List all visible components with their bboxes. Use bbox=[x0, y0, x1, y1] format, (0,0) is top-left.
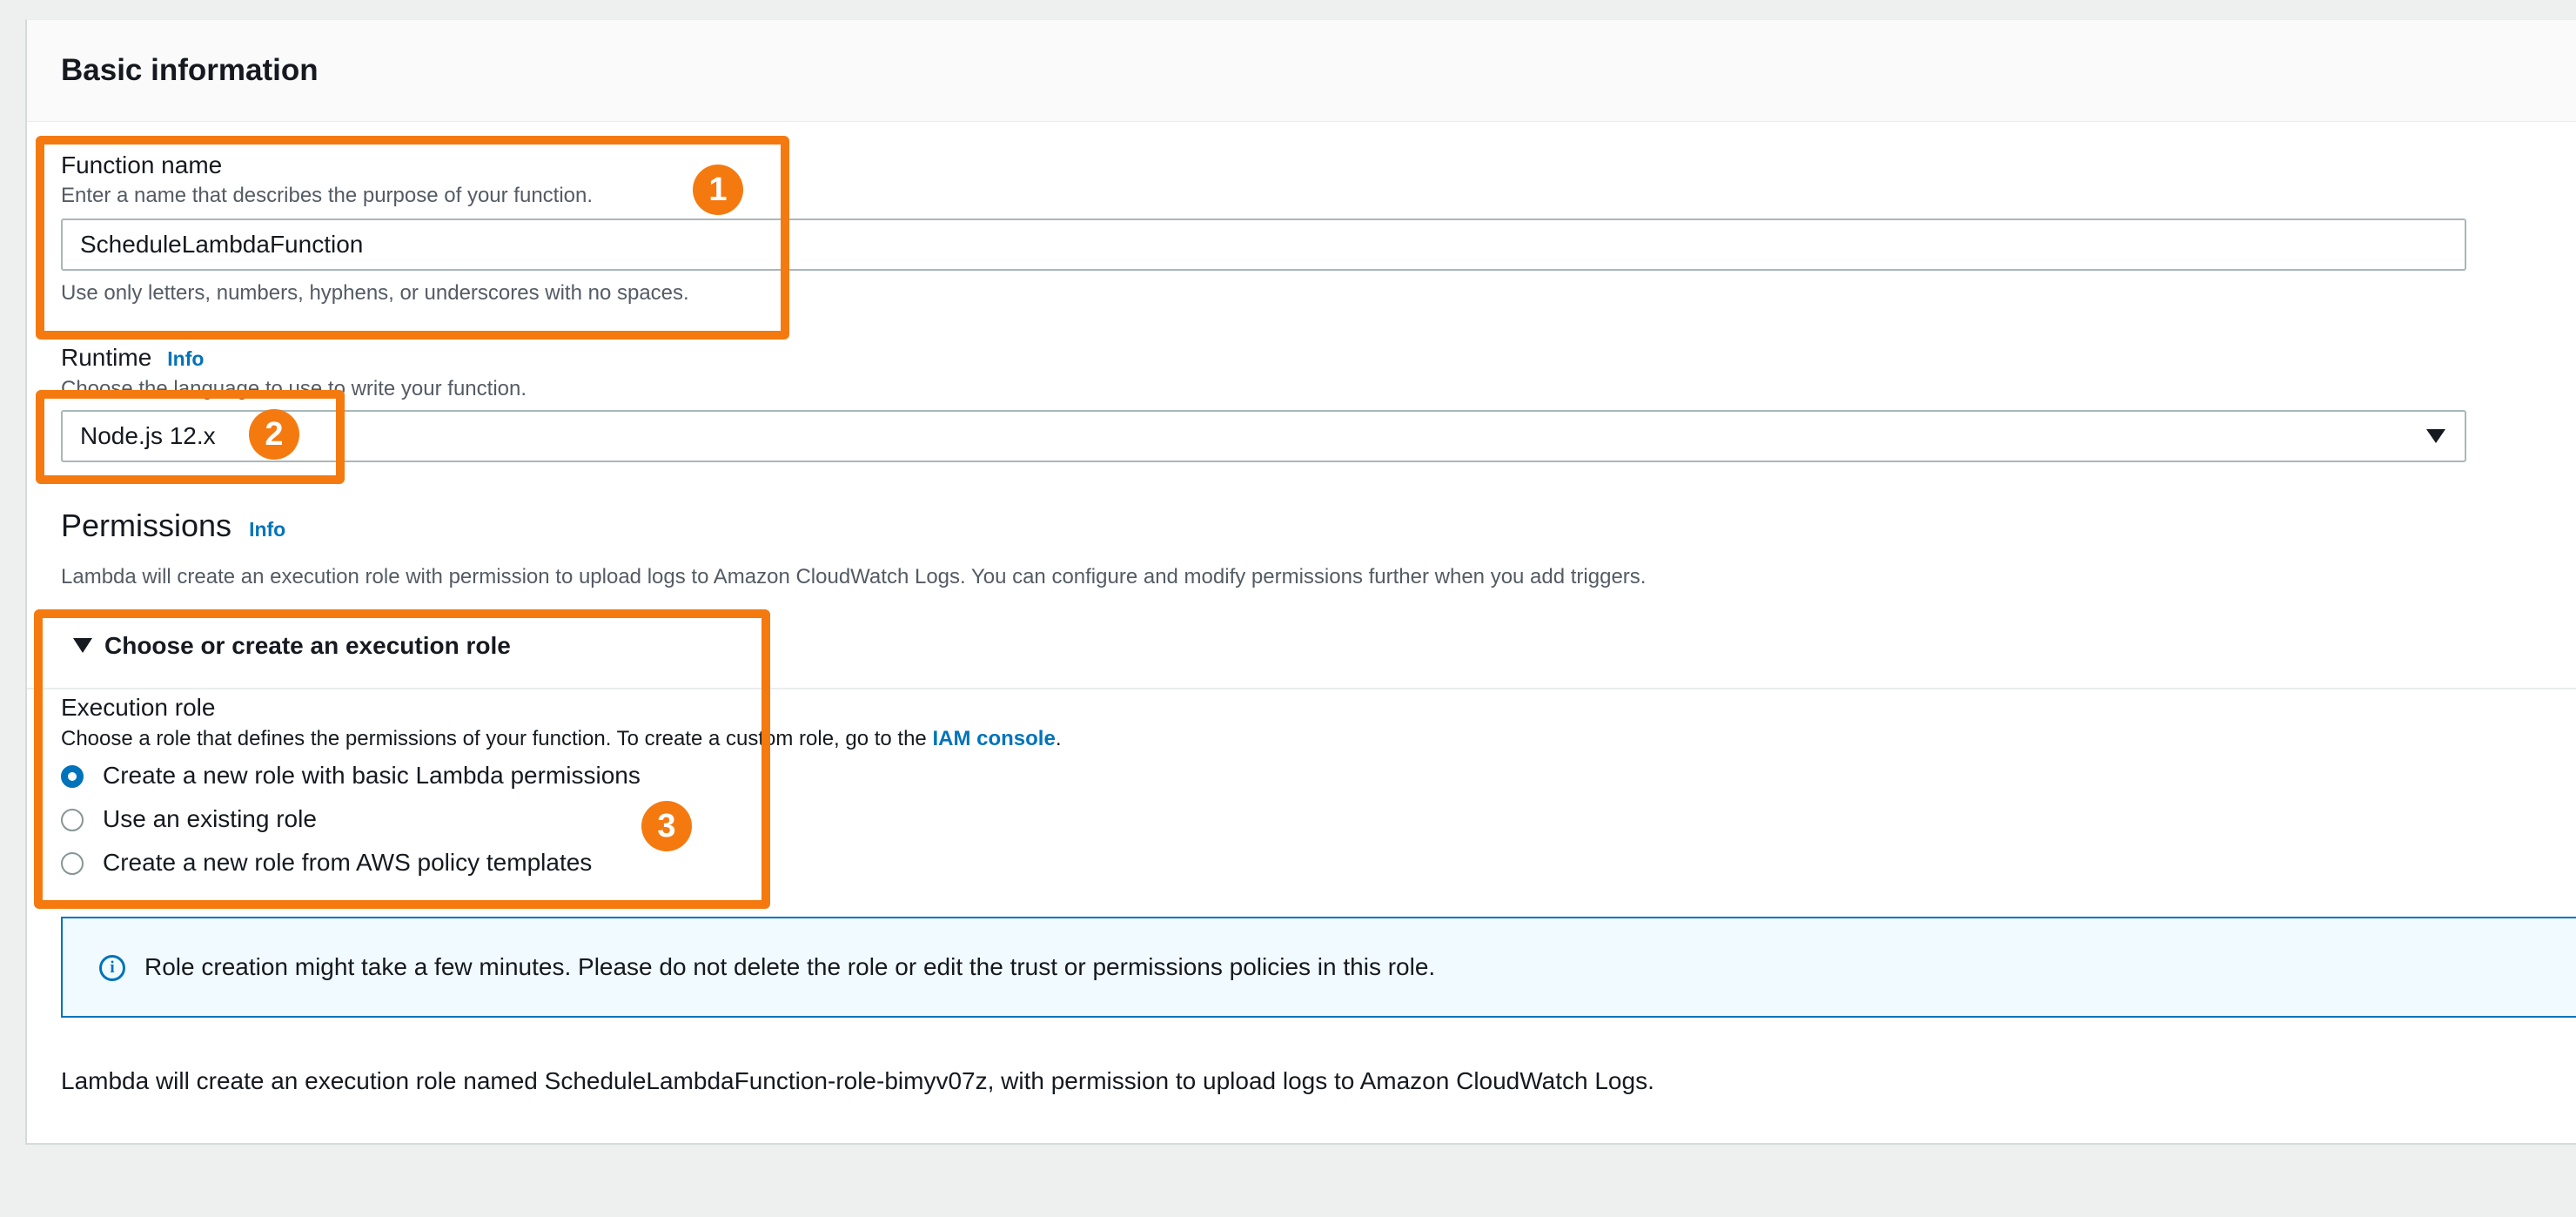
panel-title: Basic information bbox=[61, 53, 319, 87]
permissions-description: Lambda will create an execution role wit… bbox=[61, 565, 1647, 588]
iam-console-link[interactable]: IAM console bbox=[932, 727, 1055, 750]
panel-header: Basic information bbox=[27, 20, 2576, 122]
alert-text: Role creation might take a few minutes. … bbox=[144, 953, 1436, 980]
runtime-description: Choose the language to use to write your… bbox=[61, 377, 527, 400]
step-badge-3: 3 bbox=[641, 801, 692, 851]
radio-button[interactable] bbox=[61, 852, 84, 875]
role-name-note: Lambda will create an execution role nam… bbox=[61, 1067, 1654, 1094]
function-name-label: Function name bbox=[61, 151, 223, 178]
function-name-input[interactable] bbox=[61, 219, 2466, 271]
function-name-description: Enter a name that describes the purpose … bbox=[61, 184, 594, 207]
expander-label: Choose or create an execution role bbox=[104, 632, 511, 659]
execution-role-label: Execution role bbox=[61, 694, 216, 721]
permissions-title-text: Permissions bbox=[61, 508, 232, 543]
execution-role-description-suffix: . bbox=[1055, 727, 1062, 750]
radio-label: Use an existing role bbox=[103, 805, 317, 832]
execution-role-expander[interactable]: Choose or create an execution role bbox=[27, 608, 2576, 689]
caret-down-icon bbox=[2426, 429, 2445, 443]
radio-label: Create a new role from AWS policy templa… bbox=[103, 849, 593, 876]
info-circle-icon: i bbox=[99, 955, 125, 981]
runtime-select[interactable]: Node.js 12.x bbox=[61, 410, 2466, 462]
caret-down-icon bbox=[73, 638, 92, 653]
runtime-label-text: Runtime bbox=[61, 344, 152, 371]
basic-information-panel: Basic information Function name Enter a … bbox=[25, 19, 2576, 1145]
runtime-selected-value: Node.js 12.x bbox=[80, 422, 216, 449]
permissions-info-link[interactable]: Info bbox=[249, 518, 285, 541]
radio-button[interactable] bbox=[61, 809, 84, 831]
step-badge-1: 1 bbox=[693, 165, 743, 215]
runtime-info-link[interactable]: Info bbox=[167, 347, 204, 370]
info-alert: i Role creation might take a few minutes… bbox=[61, 917, 2576, 1018]
runtime-label: Runtime Info bbox=[61, 344, 204, 372]
radio-label: Create a new role with basic Lambda perm… bbox=[103, 762, 641, 789]
execution-role-description: Choose a role that defines the permissio… bbox=[61, 727, 1061, 751]
radio-button-checked[interactable] bbox=[61, 765, 84, 788]
execution-role-description-text: Choose a role that defines the permissio… bbox=[61, 727, 933, 750]
step-badge-2: 2 bbox=[249, 409, 299, 460]
permissions-title: Permissions Info bbox=[61, 508, 285, 544]
function-name-constraint: Use only letters, numbers, hyphens, or u… bbox=[61, 281, 689, 305]
